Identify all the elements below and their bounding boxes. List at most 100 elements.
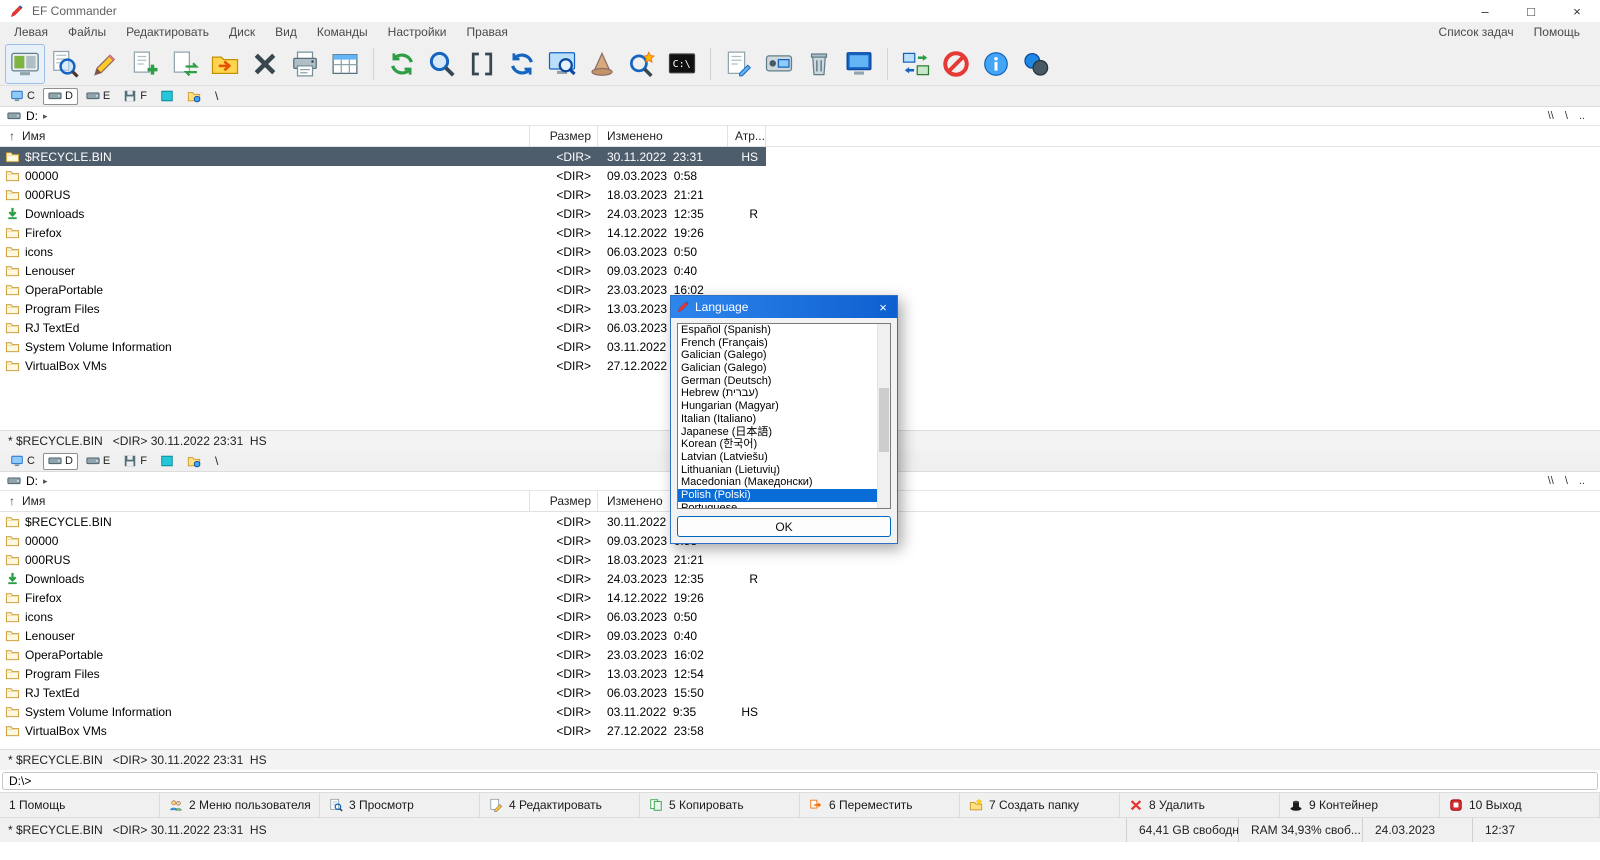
language-item[interactable]: Español (Spanish)	[678, 324, 877, 337]
sync-dirs-button[interactable]	[896, 44, 936, 84]
search-blue-button[interactable]	[422, 44, 462, 84]
minimize-button[interactable]: –	[1462, 0, 1508, 22]
listbox-scrollbar[interactable]	[877, 324, 890, 508]
language-item[interactable]: Korean (한국어)	[678, 438, 877, 451]
fn-10-button[interactable]: 10 Выход	[1440, 793, 1600, 817]
net-folder-button[interactable]	[182, 88, 206, 105]
path-shortcut-1[interactable]: \	[1565, 110, 1568, 122]
cone-button[interactable]	[582, 44, 622, 84]
column-header-modified[interactable]: Изменено	[598, 126, 728, 146]
file-row[interactable]: VirtualBox VMs <DIR> 27.12.2022 23:58	[0, 721, 1600, 740]
path-shortcut-1[interactable]: \	[1565, 475, 1568, 487]
file-row[interactable]: 000RUS <DIR> 18.03.2023 21:21	[0, 185, 1600, 204]
drive-c-button[interactable]: C	[5, 453, 40, 470]
doc-arrows-button[interactable]	[165, 44, 205, 84]
menu-item-2[interactable]: Редактировать	[116, 23, 219, 41]
doc-plus-button[interactable]	[125, 44, 165, 84]
language-item[interactable]: Lithuanian (Lietuvių)	[678, 464, 877, 477]
column-header-size[interactable]: Размер	[530, 491, 598, 511]
find-files-button[interactable]	[45, 44, 85, 84]
folder-arrow-button[interactable]	[205, 44, 245, 84]
net-folder-button[interactable]	[182, 453, 206, 470]
file-row[interactable]: icons <DIR> 06.03.2023 0:50	[0, 242, 1600, 261]
menu-item-0[interactable]: Левая	[4, 23, 58, 41]
refresh-blue-button[interactable]	[502, 44, 542, 84]
search-star-button[interactable]	[622, 44, 662, 84]
parent-dir-icon[interactable]: ↑	[9, 494, 15, 508]
fn-9-button[interactable]: 9 Контейнер	[1280, 793, 1440, 817]
editor-button[interactable]	[719, 44, 759, 84]
language-item[interactable]: French (Français)	[678, 337, 877, 350]
quick-view-button[interactable]	[462, 44, 502, 84]
path-shortcut-2[interactable]: ..	[1579, 110, 1585, 122]
ram-button[interactable]	[155, 88, 179, 105]
menu-item-6[interactable]: Настройки	[378, 23, 457, 41]
file-row[interactable]: Firefox <DIR> 14.12.2022 19:26	[0, 588, 1600, 607]
column-header-attr[interactable]: Атр...	[728, 126, 766, 146]
file-row[interactable]: Firefox <DIR> 14.12.2022 19:26	[0, 223, 1600, 242]
column-header-size[interactable]: Размер	[530, 126, 598, 146]
file-row[interactable]: Program Files <DIR> 13.03.2023 12:54	[0, 664, 1600, 683]
language-item[interactable]: Galician (Galego)	[678, 349, 877, 362]
fn-8-button[interactable]: 8 Удалить	[1120, 793, 1280, 817]
compare-dirs-button[interactable]	[1016, 44, 1056, 84]
fn-5-button[interactable]: 5 Копировать	[640, 793, 800, 817]
menu-item-3[interactable]: Диск	[219, 23, 265, 41]
drive-f-button[interactable]: F	[118, 88, 152, 105]
file-row[interactable]: Lenouser <DIR> 09.03.2023 0:40	[0, 626, 1600, 645]
dialog-title-bar[interactable]: Language ×	[671, 296, 897, 318]
drive-f-button[interactable]: F	[118, 453, 152, 470]
language-item[interactable]: Portuguese	[678, 502, 877, 508]
remote-screen-button[interactable]	[839, 44, 879, 84]
dialog-close-icon[interactable]: ×	[869, 296, 897, 318]
info-update-button[interactable]	[976, 44, 1016, 84]
language-item[interactable]: Macedonian (Македонски)	[678, 476, 877, 489]
refresh-green-button[interactable]	[382, 44, 422, 84]
fn-7-button[interactable]: 7 Создать папку	[960, 793, 1120, 817]
language-item[interactable]: Latvian (Latviešu)	[678, 451, 877, 464]
column-header-name[interactable]: ↑ Имя	[0, 126, 530, 146]
close-button[interactable]: ×	[1554, 0, 1600, 22]
language-item[interactable]: German (Deutsch)	[678, 375, 877, 388]
file-row[interactable]: System Volume Information <DIR> 03.11.20…	[0, 702, 1600, 721]
file-row[interactable]: 00000 <DIR> 09.03.2023 0:58	[0, 166, 1600, 185]
language-item[interactable]: Hungarian (Magyar)	[678, 400, 877, 413]
panels-button[interactable]	[5, 43, 45, 84]
dos-prompt-button[interactable]: C:\	[662, 44, 702, 84]
edit-file-button[interactable]	[85, 44, 125, 84]
file-row[interactable]: Downloads <DIR> 24.03.2023 12:35 R	[0, 204, 1600, 223]
file-row[interactable]: OperaPortable <DIR> 23.03.2023 16:02	[0, 645, 1600, 664]
print-button[interactable]	[285, 44, 325, 84]
path-shortcut-0[interactable]: \\	[1548, 110, 1554, 122]
menu-item-7[interactable]: Правая	[457, 23, 518, 41]
column-header-name[interactable]: ↑ Имя	[0, 491, 530, 511]
parent-dir-icon[interactable]: ↑	[9, 129, 15, 143]
ram-button[interactable]	[155, 453, 179, 470]
path-bar-top[interactable]: D: ▸ \\ \..	[0, 107, 1600, 126]
fn-1-button[interactable]: 1 Помощь	[0, 793, 160, 817]
file-row[interactable]: RJ TextEd <DIR> 06.03.2023 15:50	[0, 683, 1600, 702]
fn-6-button[interactable]: 6 Переместить	[800, 793, 960, 817]
fn-3-button[interactable]: 3 Просмотр	[320, 793, 480, 817]
path-shortcut-2[interactable]: ..	[1579, 475, 1585, 487]
file-row[interactable]: Downloads <DIR> 24.03.2023 12:35 R	[0, 569, 1600, 588]
drive-e-button[interactable]: E	[81, 453, 115, 470]
scrollbar-thumb[interactable]	[879, 388, 889, 452]
monitor-search-button[interactable]	[542, 44, 582, 84]
drive-d-button[interactable]: D	[42, 452, 78, 470]
language-item[interactable]: Polish (Polski)	[678, 488, 877, 502]
doc-table-button[interactable]	[325, 44, 365, 84]
file-row[interactable]: $RECYCLE.BIN <DIR> 30.11.2022 23:31 HS	[0, 147, 1600, 166]
command-line-input[interactable]: D:\>	[2, 772, 1598, 790]
language-item[interactable]: Galician (Galego)	[678, 362, 877, 375]
file-row[interactable]: 000RUS <DIR> 18.03.2023 21:21	[0, 550, 1600, 569]
menu-item-right-1[interactable]: Помощь	[1524, 23, 1590, 41]
delete-x-button[interactable]	[245, 44, 285, 84]
fn-2-button[interactable]: 2 Меню пользователя	[160, 793, 320, 817]
fn-4-button[interactable]: 4 Редактировать	[480, 793, 640, 817]
language-item[interactable]: Japanese (日本語)	[678, 426, 877, 439]
menu-item-1[interactable]: Файлы	[58, 23, 116, 41]
language-item[interactable]: Hebrew (עברית)	[678, 387, 877, 400]
file-row[interactable]: icons <DIR> 06.03.2023 0:50	[0, 607, 1600, 626]
path-shortcut-0[interactable]: \\	[1548, 475, 1554, 487]
